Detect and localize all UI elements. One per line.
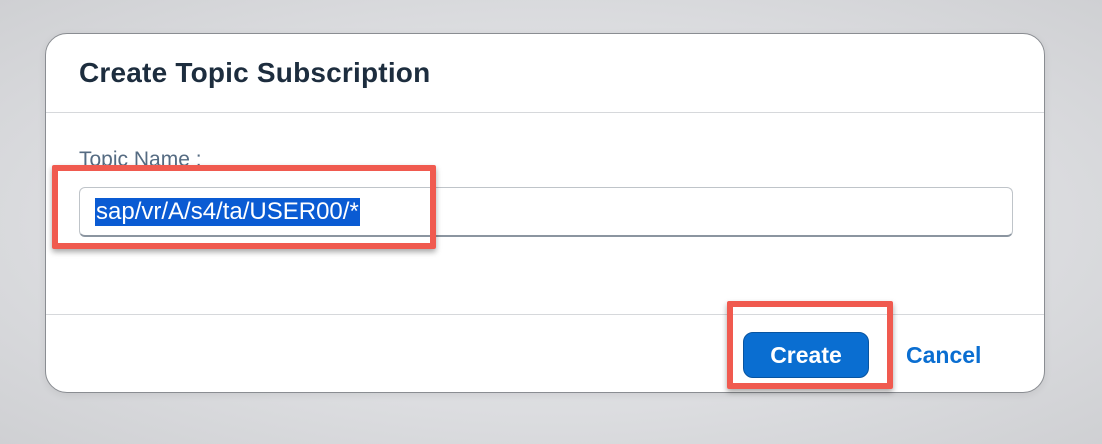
cancel-button[interactable]: Cancel xyxy=(898,332,989,378)
dialog-title: Create Topic Subscription xyxy=(79,57,431,88)
dialog-footer: Create Cancel xyxy=(46,314,1044,392)
create-topic-subscription-dialog: Create Topic Subscription Topic Name : s… xyxy=(45,33,1045,393)
topic-name-selected-text: sap/vr/A/s4/ta/USER00/* xyxy=(95,198,360,226)
topic-name-label: Topic Name : xyxy=(79,148,202,171)
topic-name-input[interactable]: sap/vr/A/s4/ta/USER00/* xyxy=(79,187,1013,237)
create-button[interactable]: Create xyxy=(743,332,869,378)
dialog-header: Create Topic Subscription xyxy=(46,34,1044,113)
